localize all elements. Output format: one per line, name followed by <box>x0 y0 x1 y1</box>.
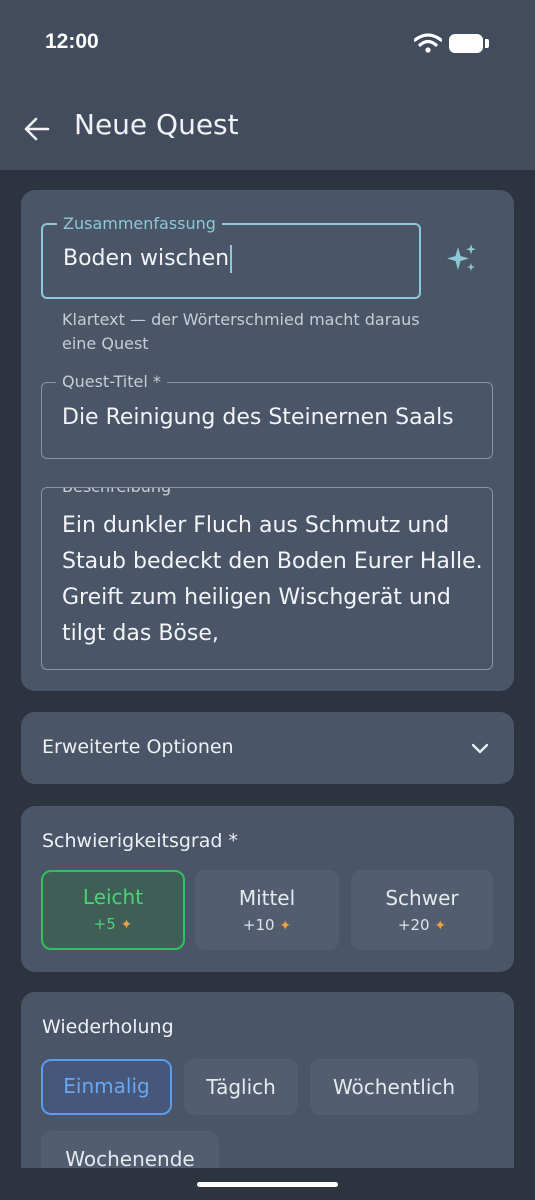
difficulty-xp: +20 ✦ <box>397 916 447 934</box>
advanced-options-label: Erweiterte Optionen <box>42 736 234 758</box>
description-value: Ein dunkler Fluch aus Schmutz und Staub … <box>62 513 483 646</box>
difficulty-title: Schwierigkeitsgrad * <box>42 830 238 852</box>
quest-title-value: Die Reinigung des Steinernen Saals <box>62 405 454 430</box>
advanced-options-toggle[interactable]: Erweiterte Optionen <box>21 712 514 784</box>
quest-title-label: Quest-Titel * <box>56 373 167 391</box>
difficulty-option-leicht[interactable]: Leicht +5 ✦ <box>41 870 185 950</box>
difficulty-option-schwer[interactable]: Schwer +20 ✦ <box>351 870 493 950</box>
star-person-icon: ✦ <box>279 918 292 934</box>
page-title: Neue Quest <box>74 108 239 141</box>
star-person-icon: ✦ <box>434 918 447 934</box>
text-caret <box>230 245 233 273</box>
difficulty-option-mittel[interactable]: Mittel +10 ✦ <box>195 870 339 950</box>
difficulty-option-label: Mittel <box>238 886 296 910</box>
summary-label: Zusammenfassung <box>57 215 222 233</box>
description-label: Beschreibung <box>56 488 178 496</box>
difficulty-xp: +5 ✦ <box>93 915 133 933</box>
difficulty-xp: +10 ✦ <box>242 916 292 934</box>
description-input[interactable]: Beschreibung Ein dunkler Fluch aus Schmu… <box>41 487 493 670</box>
summary-helper-text: Klartext — der Wörterschmied macht darau… <box>62 310 420 353</box>
summary-input[interactable]: Zusammenfassung Boden wischen <box>41 215 421 299</box>
repetition-title: Wiederholung <box>42 1016 174 1038</box>
sparkle-icon[interactable] <box>446 243 478 275</box>
difficulty-option-label: Leicht <box>82 885 144 909</box>
battery-icon <box>449 34 483 53</box>
wifi-icon <box>414 33 442 53</box>
difficulty-card: Schwierigkeitsgrad * Leicht +5 ✦ Mittel … <box>21 806 514 972</box>
difficulty-option-label: Schwer <box>385 886 459 910</box>
star-person-icon: ✦ <box>120 917 133 933</box>
repetition-option-taeglich[interactable]: Täglich <box>184 1059 298 1115</box>
chevron-down-icon <box>471 743 489 754</box>
status-time: 12:00 <box>45 30 99 53</box>
quest-text-card: Zusammenfassung Boden wischen Quest-Tite… <box>21 190 514 691</box>
repetition-option-woechentlich[interactable]: Wöchentlich <box>310 1059 478 1115</box>
repetition-option-wochenende[interactable]: Wochenende <box>41 1131 219 1168</box>
summary-value: Boden wischen <box>63 245 233 273</box>
back-arrow-icon[interactable] <box>24 116 50 142</box>
repetition-card: Wiederholung Einmalig Täglich Wöchentlic… <box>21 992 514 1168</box>
quest-title-input[interactable]: Quest-Titel * Die Reinigung des Steinern… <box>41 373 493 459</box>
battery-cap <box>485 39 489 48</box>
home-indicator <box>197 1182 338 1187</box>
repetition-option-einmalig[interactable]: Einmalig <box>41 1059 172 1115</box>
